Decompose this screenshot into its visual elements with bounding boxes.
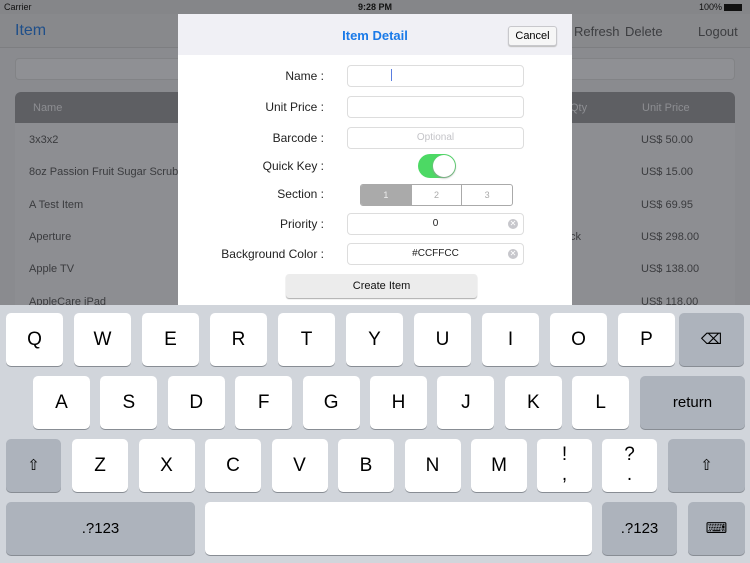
quick-key-label: Quick Key : [262,159,324,173]
logout-button[interactable]: Logout [698,24,738,39]
row-name: A Test Item [29,198,84,211]
key-d[interactable]: D [167,376,225,429]
create-item-button[interactable]: Create Item [286,274,477,298]
key-s[interactable]: S [100,376,158,429]
cancel-button[interactable]: Cancel [508,26,557,46]
priority-label: Priority : [279,217,324,231]
name-label: Name : [285,69,324,83]
key-q[interactable]: Q [6,313,63,366]
key-exclamation-comma[interactable]: ! , [537,439,592,492]
status-bar: Carrier 9:28 PM 100% [0,0,750,14]
header-unit-price: Unit Price [642,102,690,114]
keyboard-dismiss-icon[interactable]: ⌨ [688,502,745,555]
key-g[interactable]: G [302,376,360,429]
keyboard: Q W E R T Y U I O P ⌫ A S D F G H J K Lreturn ⇧ Z X C V B N M! ,? .… [0,305,750,563]
name-field[interactable] [347,65,524,87]
toggle-knob [433,155,455,177]
battery-icon [724,4,742,11]
key-b[interactable]: B [338,439,394,492]
battery-level: 100% [698,2,722,12]
section-segmented-control: 1 2 3 [360,184,513,206]
shift-icon[interactable]: ⇧ [668,439,745,492]
row-unit-price: US$ 15.00 [641,166,693,179]
backspace-icon[interactable]: ⌫ [679,313,744,366]
key-u[interactable]: U [414,313,471,366]
key-w[interactable]: W [74,313,131,366]
row-unit-price: US$ 69.95 [641,198,693,211]
page-title: Item [15,22,47,39]
key-n[interactable]: N [404,439,461,492]
key-j[interactable]: J [437,376,495,429]
row-unit-price: US$ 50.00 [641,134,693,146]
row-name: 3x3x2 [29,134,59,146]
key-h[interactable]: H [370,376,427,429]
key-i[interactable]: I [482,313,539,366]
unit-price-label: Unit Price : [265,100,324,114]
key-l[interactable]: L [572,376,630,429]
section-1[interactable]: 1 [361,185,411,205]
section-2[interactable]: 2 [410,185,462,205]
key-k[interactable]: K [504,376,562,429]
time: 9:28 PM [357,2,392,12]
section-3[interactable]: 3 [461,185,512,205]
header-qty: Qty [570,102,588,114]
priority-field[interactable]: 0 ✕ [347,213,524,235]
row-unit-price: US$ 298.00 [641,230,700,243]
numbers-key[interactable]: .?123 [6,502,195,555]
row-name: Aperture [29,230,72,243]
refresh-button[interactable]: Refresh [574,24,620,39]
row-name: Apple TV [29,263,75,276]
key-y[interactable]: Y [346,313,403,366]
numbers-key[interactable]: .?123 [602,502,677,555]
key-o[interactable]: O [550,313,607,366]
delete-button[interactable]: Delete [625,24,663,39]
key-x[interactable]: X [138,439,195,492]
row-unit-price: US$ 138.00 [641,263,700,276]
quick-key-toggle[interactable] [418,154,456,178]
clear-icon[interactable]: ✕ [508,249,518,259]
bg-color-label: Background Color : [221,247,324,261]
space-bar[interactable] [205,502,592,555]
text-cursor [391,69,392,82]
clear-icon[interactable]: ✕ [508,219,518,229]
return-key[interactable]: return [640,376,745,429]
key-a[interactable]: A [33,376,90,429]
key-r[interactable]: R [210,313,267,366]
key-m[interactable]: M [471,439,527,492]
barcode-label: Barcode : [272,131,324,145]
key-t[interactable]: T [278,313,335,366]
header-name: Name [33,102,63,114]
item-detail-modal: Item Detail Cancel Name : Unit Price : B… [178,14,572,306]
key-z[interactable]: Z [72,439,128,492]
bg-color-field[interactable]: #CCFFCC ✕ [347,243,524,265]
row-name: 8oz Passion Fruit Sugar Scrub [29,166,179,179]
key-v[interactable]: V [271,439,328,492]
unit-price-field[interactable] [347,96,524,118]
section-label: Section : [277,187,324,201]
key-c[interactable]: C [205,439,261,492]
shift-icon[interactable]: ⇧ [6,439,61,492]
barcode-field[interactable]: Optional [347,127,524,149]
key-question-period[interactable]: ? . [602,439,657,492]
key-e[interactable]: E [142,313,199,366]
key-p[interactable]: P [618,313,675,366]
key-f[interactable]: F [235,376,293,429]
